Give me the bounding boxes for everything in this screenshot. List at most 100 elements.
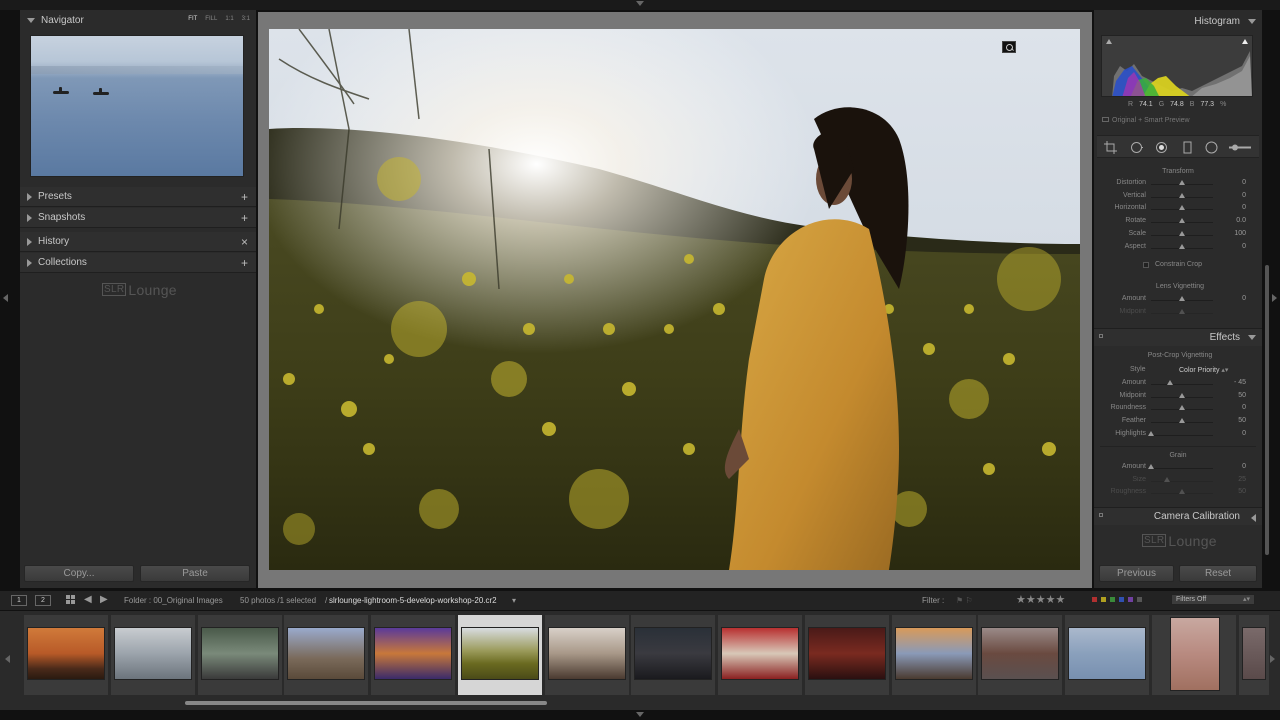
slider-value[interactable]: 0 bbox=[1242, 430, 1246, 437]
filmstrip-thumb[interactable] bbox=[805, 615, 889, 695]
panel-switch-icon[interactable] bbox=[1099, 513, 1103, 517]
slider-row[interactable]: Midpoint 50 bbox=[1097, 392, 1259, 404]
color-label-red[interactable] bbox=[1092, 597, 1097, 602]
radial-filter-icon[interactable] bbox=[1205, 141, 1218, 154]
slider-value[interactable]: 0 bbox=[1242, 179, 1246, 186]
filmstrip-thumb[interactable] bbox=[111, 615, 195, 695]
slider-row[interactable]: Amount 0 bbox=[1097, 463, 1259, 475]
zoom-fit[interactable]: FIT bbox=[188, 16, 197, 22]
slider-knob[interactable] bbox=[1179, 243, 1185, 249]
slider-row[interactable]: Scale 100 bbox=[1097, 230, 1259, 242]
slider-knob[interactable] bbox=[1179, 296, 1185, 301]
slider-row[interactable]: Feather 50 bbox=[1097, 417, 1259, 429]
slider-knob[interactable] bbox=[1148, 464, 1154, 469]
histogram-graph[interactable] bbox=[1101, 35, 1253, 97]
copy-settings-button[interactable]: Copy... bbox=[24, 565, 134, 582]
slider-track[interactable] bbox=[1151, 384, 1213, 385]
slider-value[interactable]: 25 bbox=[1238, 476, 1246, 483]
zoom-3-1[interactable]: 3:1 bbox=[242, 16, 250, 22]
slider-knob[interactable] bbox=[1179, 418, 1185, 424]
filmstrip-thumb[interactable] bbox=[198, 615, 282, 695]
spot-removal-icon[interactable] bbox=[1130, 141, 1143, 154]
filmstrip-scrollbar-thumb[interactable] bbox=[185, 701, 547, 705]
filmstrip-thumb[interactable] bbox=[545, 615, 629, 695]
slider-knob[interactable] bbox=[1179, 205, 1185, 211]
camera-calibration-header[interactable]: Camera Calibration bbox=[1094, 507, 1262, 525]
paste-settings-button[interactable]: Paste bbox=[140, 565, 250, 582]
slider-value[interactable]: 50 bbox=[1238, 392, 1246, 399]
filmstrip-thumb[interactable] bbox=[631, 615, 715, 695]
right-panel-scrollbar[interactable] bbox=[1265, 265, 1269, 555]
slider-row[interactable]: Distortion 0 bbox=[1097, 179, 1259, 191]
color-label-yellow[interactable] bbox=[1101, 597, 1106, 602]
selected-filename[interactable]: slrlounge-lightroom-5-develop-workshop-2… bbox=[329, 596, 497, 605]
slider-value[interactable]: 0 bbox=[1242, 192, 1246, 199]
folder-source[interactable]: Folder : 00_Original Images bbox=[124, 596, 223, 605]
red-eye-icon[interactable] bbox=[1155, 141, 1168, 154]
main-photo[interactable] bbox=[269, 29, 1080, 570]
slider-value[interactable]: 50 bbox=[1238, 488, 1246, 495]
constrain-crop-checkbox[interactable] bbox=[1143, 262, 1149, 268]
color-label-purple[interactable] bbox=[1128, 597, 1133, 602]
grid-view-icon[interactable] bbox=[66, 595, 76, 607]
zoom-fill[interactable]: FILL bbox=[205, 16, 217, 22]
slider-value[interactable]: 0 bbox=[1242, 295, 1246, 302]
zoom-1-1[interactable]: 1:1 bbox=[225, 16, 233, 22]
slider-knob[interactable] bbox=[1166, 380, 1173, 385]
slider-row[interactable]: Rotate 0.0 bbox=[1097, 217, 1259, 229]
panel-collections[interactable]: Collections + bbox=[20, 253, 256, 273]
filmstrip-thumb-selected[interactable] bbox=[458, 615, 542, 695]
slider-row[interactable]: Size 25 bbox=[1097, 476, 1259, 488]
filmstrip-thumb[interactable] bbox=[978, 615, 1062, 695]
shadow-clipping-icon[interactable] bbox=[1106, 39, 1112, 44]
slider-knob[interactable] bbox=[1148, 430, 1154, 436]
filmstrip-scroll-right-icon[interactable] bbox=[1270, 655, 1275, 663]
collapse-triangle-icon[interactable] bbox=[1248, 335, 1256, 340]
slider-row[interactable]: Vertical 0 bbox=[1097, 192, 1259, 204]
panel-snapshots[interactable]: Snapshots + bbox=[20, 208, 256, 228]
main-window-button[interactable]: 1 bbox=[11, 595, 27, 606]
slider-value[interactable]: 0 bbox=[1242, 463, 1246, 470]
slider-value[interactable]: 0.0 bbox=[1236, 217, 1246, 224]
crop-overlay-icon[interactable] bbox=[1104, 141, 1117, 154]
vignette-style-select[interactable]: Color Priority ▴▾ bbox=[1179, 366, 1228, 374]
filename-dropdown-icon[interactable]: ▾ bbox=[512, 596, 516, 605]
slider-knob[interactable] bbox=[1163, 476, 1170, 482]
filmstrip-thumb[interactable] bbox=[1065, 615, 1149, 695]
highlight-clipping-icon[interactable] bbox=[1242, 39, 1248, 44]
slider-knob[interactable] bbox=[1179, 180, 1185, 185]
slider-row[interactable]: Highlights 0 bbox=[1097, 430, 1259, 442]
slider-value[interactable]: 0 bbox=[1242, 204, 1246, 211]
slider-track[interactable] bbox=[1151, 434, 1213, 436]
slider-track[interactable] bbox=[1151, 480, 1213, 482]
color-label-none[interactable] bbox=[1137, 597, 1142, 602]
expand-triangle-icon[interactable] bbox=[27, 237, 32, 246]
filmstrip-thumb[interactable] bbox=[284, 615, 368, 695]
filmstrip-thumb[interactable] bbox=[892, 615, 976, 695]
color-label-blue[interactable] bbox=[1119, 597, 1124, 602]
previous-button[interactable]: Previous bbox=[1099, 565, 1174, 582]
filmstrip-thumb[interactable] bbox=[1239, 615, 1269, 695]
color-label-green[interactable] bbox=[1110, 597, 1115, 602]
forward-arrow-icon[interactable]: ▶ bbox=[100, 594, 108, 605]
slider-knob[interactable] bbox=[1179, 489, 1185, 495]
collapse-triangle-icon[interactable] bbox=[1248, 19, 1256, 24]
slider-value[interactable]: 0 bbox=[1242, 243, 1246, 250]
navigator-header[interactable]: Navigator FIT FILL 1:1 3:1 bbox=[20, 10, 256, 30]
filmstrip-thumb[interactable] bbox=[371, 615, 455, 695]
slider-row[interactable]: Aspect 0 bbox=[1097, 243, 1259, 255]
back-arrow-icon[interactable]: ◀ bbox=[84, 594, 92, 605]
navigator-preview[interactable] bbox=[30, 35, 244, 177]
slider-value[interactable]: 0 bbox=[1242, 404, 1246, 411]
slider-track[interactable] bbox=[1151, 468, 1213, 469]
slider-row[interactable]: Amount 0 bbox=[1097, 295, 1259, 307]
second-window-button[interactable]: 2 bbox=[35, 595, 51, 606]
filmstrip-thumb[interactable] bbox=[24, 615, 108, 695]
filter-preset-select[interactable]: Filters Off ▴▾ bbox=[1171, 594, 1255, 605]
panel-switch-icon[interactable] bbox=[1099, 334, 1103, 338]
slider-knob[interactable] bbox=[1179, 230, 1185, 236]
slider-row[interactable]: Amount - 45 bbox=[1097, 379, 1259, 391]
slider-row[interactable]: Horizontal 0 bbox=[1097, 204, 1259, 216]
slider-knob[interactable] bbox=[1179, 308, 1185, 314]
add-icon[interactable]: + bbox=[241, 190, 248, 204]
